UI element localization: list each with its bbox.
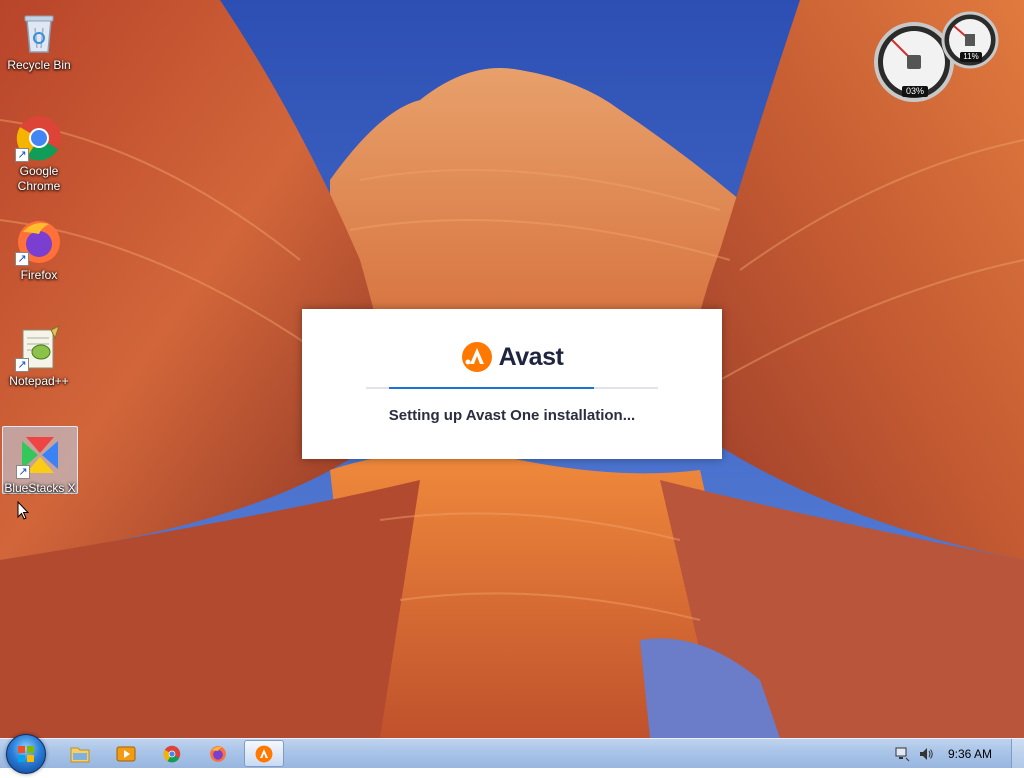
shortcut-arrow-icon: ↗ [15, 358, 29, 372]
notepad-plus-plus-icon: ↗ [15, 324, 63, 372]
shortcut-arrow-icon: ↗ [15, 148, 29, 162]
avast-icon [461, 342, 492, 372]
taskbar-clock[interactable]: 9:36 AM [948, 747, 992, 761]
recycle-bin-icon [15, 8, 63, 56]
avast-installer-splash: Avast Setting up Avast One installation.… [302, 309, 722, 459]
cpu-meter-gadget[interactable]: 03% 11% [872, 10, 1002, 106]
system-tray: 9:36 AM [886, 739, 1012, 768]
show-desktop-button[interactable] [1011, 739, 1024, 768]
desktop-icon-label: BlueStacks X [4, 481, 76, 495]
mouse-cursor-icon [17, 501, 29, 520]
install-progress-bar [366, 387, 658, 389]
desktop-icon-recycle-bin[interactable]: Recycle Bin [2, 4, 76, 73]
media-player-icon [116, 746, 136, 761]
taskbar-file-explorer[interactable] [60, 740, 100, 767]
shortcut-arrow-icon: ↗ [15, 252, 29, 266]
desktop-icon-firefox[interactable]: ↗ Firefox [2, 214, 76, 283]
taskbar-avast[interactable] [244, 740, 284, 767]
taskbar-chrome[interactable] [152, 740, 192, 767]
desktop-icon-google-chrome[interactable]: ↗ Google Chrome [2, 110, 76, 194]
shortcut-arrow-icon: ↗ [16, 465, 30, 479]
network-icon[interactable] [894, 746, 910, 762]
bluestacks-icon: ↗ [16, 431, 64, 479]
firefox-icon: ↗ [15, 218, 63, 266]
cpu-usage-label: 03% [902, 86, 928, 97]
desktop-icon-label: Notepad++ [9, 374, 69, 388]
taskbar: 9:36 AM [0, 734, 1024, 774]
taskbar-media-player[interactable] [106, 740, 146, 767]
install-progress-fill [389, 387, 594, 389]
avast-icon [255, 745, 273, 762]
firefox-icon [210, 745, 226, 762]
chrome-icon: ↗ [15, 114, 63, 162]
desktop-icon-notepad-plus-plus[interactable]: ↗ Notepad++ [2, 320, 76, 389]
volume-icon[interactable] [918, 746, 934, 762]
memory-usage-label: 11% [960, 52, 982, 62]
desktop-icon-label: Firefox [20, 268, 58, 282]
chrome-icon [163, 745, 181, 762]
install-status-text: Setting up Avast One installation... [388, 407, 636, 424]
windows-logo-icon [18, 746, 34, 762]
avast-logo: Avast [302, 339, 722, 375]
desktop-icon-label: Google Chrome [17, 164, 61, 193]
file-explorer-icon [70, 747, 90, 762]
avast-brand-name: Avast [498, 342, 564, 371]
taskbar-firefox[interactable] [198, 740, 238, 767]
start-button[interactable] [6, 734, 46, 774]
desktop-icon-label: Recycle Bin [7, 58, 71, 72]
desktop-icon-bluestacks-x[interactable]: ↗ BlueStacks X [2, 426, 78, 495]
